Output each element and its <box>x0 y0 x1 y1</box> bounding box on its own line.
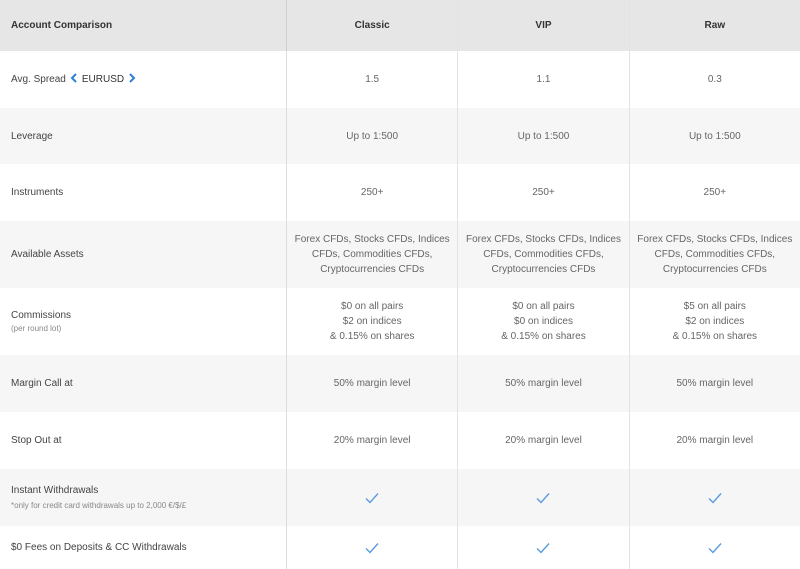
cell-raw: 0.3 <box>707 74 722 85</box>
pair-selector-value: EURUSD <box>81 74 125 85</box>
row-label: Leverage <box>0 108 287 164</box>
cell-vip: 250+ <box>458 164 630 221</box>
row-sublabel: (per round lot) <box>11 324 62 333</box>
cell-raw: $5 on all pairs $2 on indices & 0.15% on… <box>672 301 758 342</box>
cell-classic: 250+ <box>287 164 459 221</box>
cell-raw: 20% margin level <box>676 435 754 446</box>
check-icon <box>458 469 630 526</box>
table-header: Account Comparison Classic VIP Raw <box>0 0 800 51</box>
row-label-cell: Avg. Spread EURUSD <box>0 51 287 108</box>
cell-vip: 20% margin level <box>458 412 630 469</box>
chevron-right-icon[interactable] <box>128 73 136 86</box>
cell-classic: $0 on all pairs $2 on indices & 0.15% on… <box>287 288 459 355</box>
cell-classic: 50% margin level <box>287 355 459 412</box>
row-label-cell: Instant Withdrawals *only for credit car… <box>0 469 287 526</box>
row-label: Instant Withdrawals <box>11 485 99 496</box>
chevron-left-icon[interactable] <box>70 73 78 86</box>
cell-raw: Up to 1:500 <box>688 130 741 142</box>
table-row-avg-spread: Avg. Spread EURUSD 1.5 1.1 0.3 <box>0 51 800 108</box>
check-icon <box>287 469 459 526</box>
cell-vip: $0 on all pairs $0 on indices & 0.15% on… <box>458 288 630 355</box>
table-row-instant-withdrawals: Instant Withdrawals *only for credit car… <box>0 469 800 526</box>
cell-vip: Up to 1:500 <box>458 108 630 164</box>
cell-classic: 20% margin level <box>287 412 459 469</box>
table-row-leverage: Leverage Up to 1:500 Up to 1:500 Up to 1… <box>0 108 800 164</box>
table-row-zero-fees: $0 Fees on Deposits & CC Withdrawals <box>0 526 800 569</box>
table-row-stop-out: Stop Out at 20% margin level 20% margin … <box>0 412 800 469</box>
table-row-commissions: Commissions (per round lot) $0 on all pa… <box>0 288 800 355</box>
row-label: Margin Call at <box>0 355 287 412</box>
plan-header-vip: VIP <box>458 0 630 51</box>
row-label: $0 Fees on Deposits & CC Withdrawals <box>0 526 287 569</box>
header-title: Account Comparison <box>0 0 287 51</box>
cell-raw: Forex CFDs, Stocks CFDs, Indices CFDs, C… <box>637 234 793 275</box>
check-icon <box>287 526 459 569</box>
cell-classic: 1.5 <box>287 51 459 108</box>
row-label: Stop Out at <box>0 412 287 469</box>
cell-raw: 50% margin level <box>676 378 754 389</box>
cell-vip: Forex CFDs, Stocks CFDs, Indices CFDs, C… <box>458 221 630 288</box>
row-label: Avg. Spread <box>11 74 66 85</box>
table-row-margin-call: Margin Call at 50% margin level 50% marg… <box>0 355 800 412</box>
cell-classic: Up to 1:500 <box>287 108 459 164</box>
cell-vip: 50% margin level <box>458 355 630 412</box>
cell-raw: 250+ <box>703 187 727 198</box>
table-row-instruments: Instruments 250+ 250+ 250+ <box>0 164 800 221</box>
row-sublabel: *only for credit card withdrawals up to … <box>11 501 187 510</box>
table-row-available-assets: Available Assets Forex CFDs, Stocks CFDs… <box>0 221 800 288</box>
check-icon <box>458 526 630 569</box>
account-comparison-table: Account Comparison Classic VIP Raw Avg. … <box>0 0 800 569</box>
row-label-cell: Commissions (per round lot) <box>0 288 287 355</box>
row-label: Instruments <box>0 164 287 221</box>
cell-vip: 1.1 <box>458 51 630 108</box>
row-label: Available Assets <box>0 221 287 288</box>
cell-classic: Forex CFDs, Stocks CFDs, Indices CFDs, C… <box>287 221 459 288</box>
check-icon <box>630 526 800 569</box>
plan-header-classic: Classic <box>287 0 459 51</box>
check-icon <box>630 469 800 526</box>
row-label: Commissions <box>11 310 72 321</box>
plan-header-raw: Raw <box>704 20 726 31</box>
